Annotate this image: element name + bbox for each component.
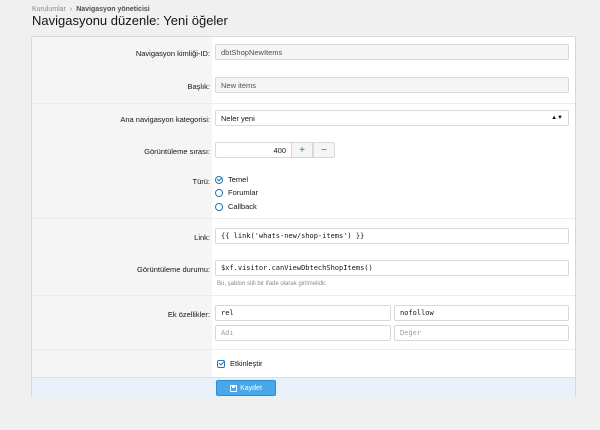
radio-icon [215, 202, 223, 211]
parent-select[interactable]: Neler yeni ▲▼ [215, 110, 569, 126]
display-order-input[interactable]: 400 [215, 142, 292, 158]
type-option-callback[interactable]: Callback [215, 202, 257, 211]
decrease-button[interactable]: − [313, 142, 335, 158]
attribute-name-input-empty[interactable]: Adı [215, 325, 391, 341]
parent-label: Ana navigasyon kategorisi: [120, 115, 210, 124]
select-arrows-icon: ▲▼ [551, 115, 563, 121]
breadcrumb-item-nav-manager[interactable]: Navigasyon yöneticisi [76, 6, 150, 13]
title-field[interactable]: New items [215, 77, 569, 93]
display-condition-label: Görüntüleme durumu: [137, 265, 210, 274]
label-column [32, 37, 212, 377]
save-icon [230, 384, 238, 392]
radio-icon [215, 188, 223, 197]
link-field[interactable]: {{ link('whats-new/shop-items') }} [215, 228, 569, 244]
radio-label: Callback [228, 202, 257, 211]
display-condition-hint: Bu, şablon stili bir ifade olarak girilm… [217, 281, 327, 287]
attribute-name-input[interactable]: rel [215, 305, 391, 321]
enable-label: Etkinleştir [230, 359, 263, 368]
parent-select-value: Neler yeni [221, 113, 255, 123]
save-button[interactable]: Kaydet [216, 380, 276, 396]
edit-form: Navigasyon kimliği-ID: dbtShopNewItems B… [31, 36, 576, 398]
save-button-label: Kaydet [240, 384, 262, 392]
minus-icon: − [321, 144, 327, 156]
display-condition-field[interactable]: $xf.visitor.canViewDbtechShopItems() [215, 260, 569, 276]
radio-label: Forumlar [228, 188, 259, 197]
attribute-value-input-empty[interactable]: Değer [394, 325, 569, 341]
form-footer: Kaydet [32, 377, 575, 398]
divider [32, 349, 575, 350]
divider [32, 218, 575, 219]
breadcrumb-separator: › [69, 5, 73, 13]
page-title: Navigasyonu düzenle: Yeni öğeler [32, 13, 228, 28]
display-order-label: Görüntüleme sırası: [144, 147, 210, 156]
title-label: Başlık: [187, 82, 210, 91]
radio-label: Temel [228, 175, 249, 184]
plus-icon: + [299, 144, 305, 156]
type-option-forums[interactable]: Forumlar [215, 188, 258, 197]
type-label: Türü: [192, 177, 210, 186]
extra-attributes-label: Ek özellikler: [167, 310, 210, 319]
divider [32, 103, 575, 104]
divider [32, 295, 575, 296]
enable-checkbox[interactable]: Etkinleştir [217, 359, 263, 368]
breadcrumb-item-setup[interactable]: Kurulumlar [32, 6, 66, 13]
increase-button[interactable]: + [291, 142, 313, 158]
type-option-basic[interactable]: Temel [215, 175, 248, 184]
attribute-value-input[interactable]: nofollow [394, 305, 569, 321]
checkbox-checked-icon [217, 359, 225, 368]
nav-id-label: Navigasyon kimliği-ID: [135, 49, 210, 58]
radio-checked-icon [215, 175, 223, 184]
link-label: Link: [194, 233, 210, 242]
nav-id-field[interactable]: dbtShopNewItems [215, 44, 569, 60]
